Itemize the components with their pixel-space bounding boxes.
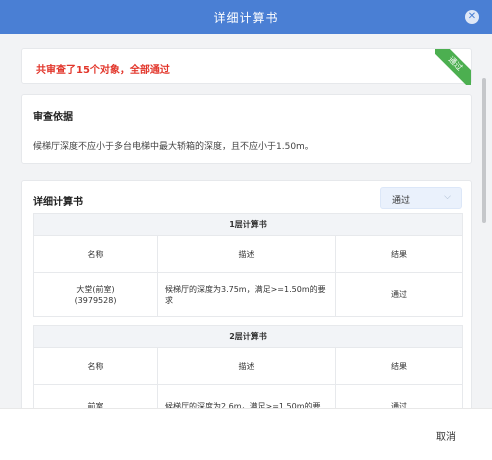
row-desc: 候梯厅的深度为2.6m，满足>=1.50m的要 — [157, 384, 336, 408]
row-name: 前室 — [33, 384, 158, 408]
chevron-down-icon: ⌵ — [444, 192, 451, 202]
result-filter-select[interactable]: 通过 ⌵ — [380, 187, 462, 209]
basis-heading: 审查依据 — [33, 112, 73, 123]
detail-heading: 详细计算书 — [33, 197, 83, 208]
cancel-button[interactable]: 取消 — [436, 428, 456, 443]
column-header-name: 名称 — [33, 235, 158, 273]
table-caption: 1层计算书 — [33, 213, 463, 236]
table-caption: 2层计算书 — [33, 325, 463, 348]
dialog-content: 共审查了15个对象，全部通过 通过 审查依据 候梯厅深度不应小于多台电梯中最大轿… — [0, 34, 492, 408]
scrollbar-thumb[interactable] — [482, 78, 486, 223]
summary-text: 共审查了15个对象，全部通过 — [36, 65, 170, 76]
dialog-title: 详细计算书 — [213, 10, 279, 25]
dialog-footer: 取消 — [0, 408, 492, 460]
pass-ribbon: 通过 — [435, 49, 471, 85]
row-name: 大堂(前室) (3979528) — [33, 272, 158, 317]
result-filter-value: 通过 — [392, 196, 411, 206]
table-row: 大堂(前室) (3979528) 候梯厅的深度为3.75m，满足>=1.50m的… — [33, 272, 463, 317]
dialog-titlebar: 详细计算书 ✕ — [0, 0, 492, 34]
close-button[interactable]: ✕ — [465, 10, 479, 24]
floor1-table: 1层计算书 名称 描述 结果 大堂(前室) (3979528) 候梯厅的深度为3… — [33, 213, 463, 317]
row-desc: 候梯厅的深度为3.75m，满足>=1.50m的要求 — [157, 272, 336, 317]
row-result: 通过 — [335, 272, 463, 317]
column-header-desc: 描述 — [157, 347, 336, 385]
column-header-result: 结果 — [335, 347, 463, 385]
basis-text: 候梯厅深度不应小于多台电梯中最大轿箱的深度，且不应小于1.50m。 — [33, 142, 314, 152]
table-row: 前室 候梯厅的深度为2.6m，满足>=1.50m的要 通过 — [33, 384, 463, 408]
row-result: 通过 — [335, 384, 463, 408]
column-header-result: 结果 — [335, 235, 463, 273]
column-header-desc: 描述 — [157, 235, 336, 273]
floor2-table: 2层计算书 名称 描述 结果 前室 候梯厅的深度为2.6m，满足>=1.50m的… — [33, 325, 463, 408]
close-icon: ✕ — [467, 11, 477, 22]
column-header-name: 名称 — [33, 347, 158, 385]
calculation-dialog: 详细计算书 ✕ 共审查了15个对象，全部通过 通过 审查依据 候梯厅深度不应小于… — [0, 0, 492, 460]
pass-badge: 通过 — [435, 49, 471, 85]
summary-card: 共审查了15个对象，全部通过 通过 — [21, 48, 472, 85]
basis-card: 审查依据 候梯厅深度不应小于多台电梯中最大轿箱的深度，且不应小于1.50m。 — [21, 94, 472, 164]
detail-card: 详细计算书 通过 ⌵ 1层计算书 名称 描述 结果 大堂(前室) (397952… — [21, 180, 472, 408]
